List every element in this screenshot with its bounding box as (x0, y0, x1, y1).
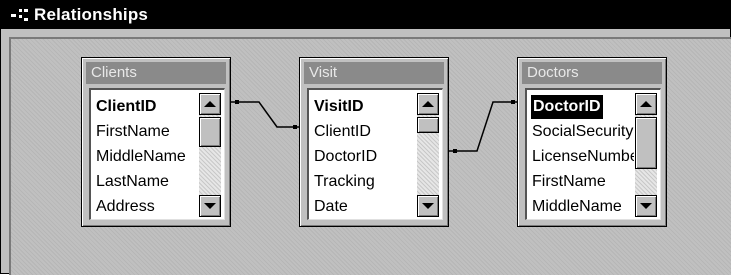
field-item[interactable]: LastName (95, 169, 198, 194)
field-item[interactable]: FirstName (95, 119, 198, 144)
scroll-up-button[interactable] (635, 93, 657, 115)
field-item-row: DoctorID (531, 94, 634, 119)
scroll-thumb[interactable] (199, 117, 221, 147)
vertical-scrollbar[interactable] (635, 93, 657, 217)
vertical-scrollbar[interactable] (417, 93, 439, 217)
arrow-up-icon (204, 101, 216, 107)
arrow-down-icon (640, 203, 652, 209)
table-title[interactable]: Visit (304, 62, 444, 84)
field-list-box: ClientID FirstName MiddleName LastName A… (89, 88, 225, 220)
field-list: DoctorID SocialSecurity LicenseNumbe Fir… (531, 94, 634, 219)
table-title[interactable]: Doctors (522, 62, 662, 84)
field-item-selected[interactable]: DoctorID (531, 95, 603, 119)
relationships-window: Relationships Clients ClientID FirstName… (0, 0, 731, 275)
table-clients[interactable]: Clients ClientID FirstName MiddleName La… (81, 57, 231, 227)
field-list: ClientID FirstName MiddleName LastName A… (95, 94, 198, 219)
table-visit[interactable]: Visit VisitID ClientID DoctorID Tracking… (299, 57, 449, 227)
scroll-down-button[interactable] (199, 195, 221, 217)
field-item[interactable]: DoctorID (313, 144, 416, 169)
field-item[interactable]: LicenseNumbe (531, 144, 634, 169)
field-item[interactable]: ClientID (313, 119, 416, 144)
field-list: VisitID ClientID DoctorID Tracking Date (313, 94, 416, 219)
vertical-scrollbar[interactable] (199, 93, 221, 217)
field-item[interactable]: MiddleName (531, 194, 634, 219)
arrow-down-icon (422, 203, 434, 209)
field-item[interactable]: SocialSecurity (531, 119, 634, 144)
window-titlebar[interactable]: Relationships (1, 1, 730, 29)
table-title[interactable]: Clients (86, 62, 226, 84)
scroll-thumb[interactable] (635, 117, 657, 169)
field-list-box: VisitID ClientID DoctorID Tracking Date (307, 88, 443, 220)
scroll-down-button[interactable] (635, 195, 657, 217)
field-item[interactable]: Date (313, 194, 416, 219)
field-item[interactable]: FirstName (531, 169, 634, 194)
field-item[interactable]: ClientID (95, 94, 198, 119)
field-item[interactable]: Tracking (313, 169, 416, 194)
field-list-box: DoctorID SocialSecurity LicenseNumbe Fir… (525, 88, 661, 220)
scroll-up-button[interactable] (417, 93, 439, 115)
arrow-up-icon (640, 101, 652, 107)
arrow-up-icon (422, 101, 434, 107)
window-title: Relationships (34, 5, 149, 24)
scroll-thumb[interactable] (417, 117, 439, 133)
scroll-up-button[interactable] (199, 93, 221, 115)
relationships-icon (11, 8, 31, 22)
arrow-down-icon (204, 203, 216, 209)
table-doctors[interactable]: Doctors DoctorID SocialSecurity LicenseN… (517, 57, 667, 227)
field-item[interactable]: Address (95, 194, 198, 219)
scroll-down-button[interactable] (417, 195, 439, 217)
field-item[interactable]: VisitID (313, 94, 416, 119)
field-item[interactable]: MiddleName (95, 144, 198, 169)
